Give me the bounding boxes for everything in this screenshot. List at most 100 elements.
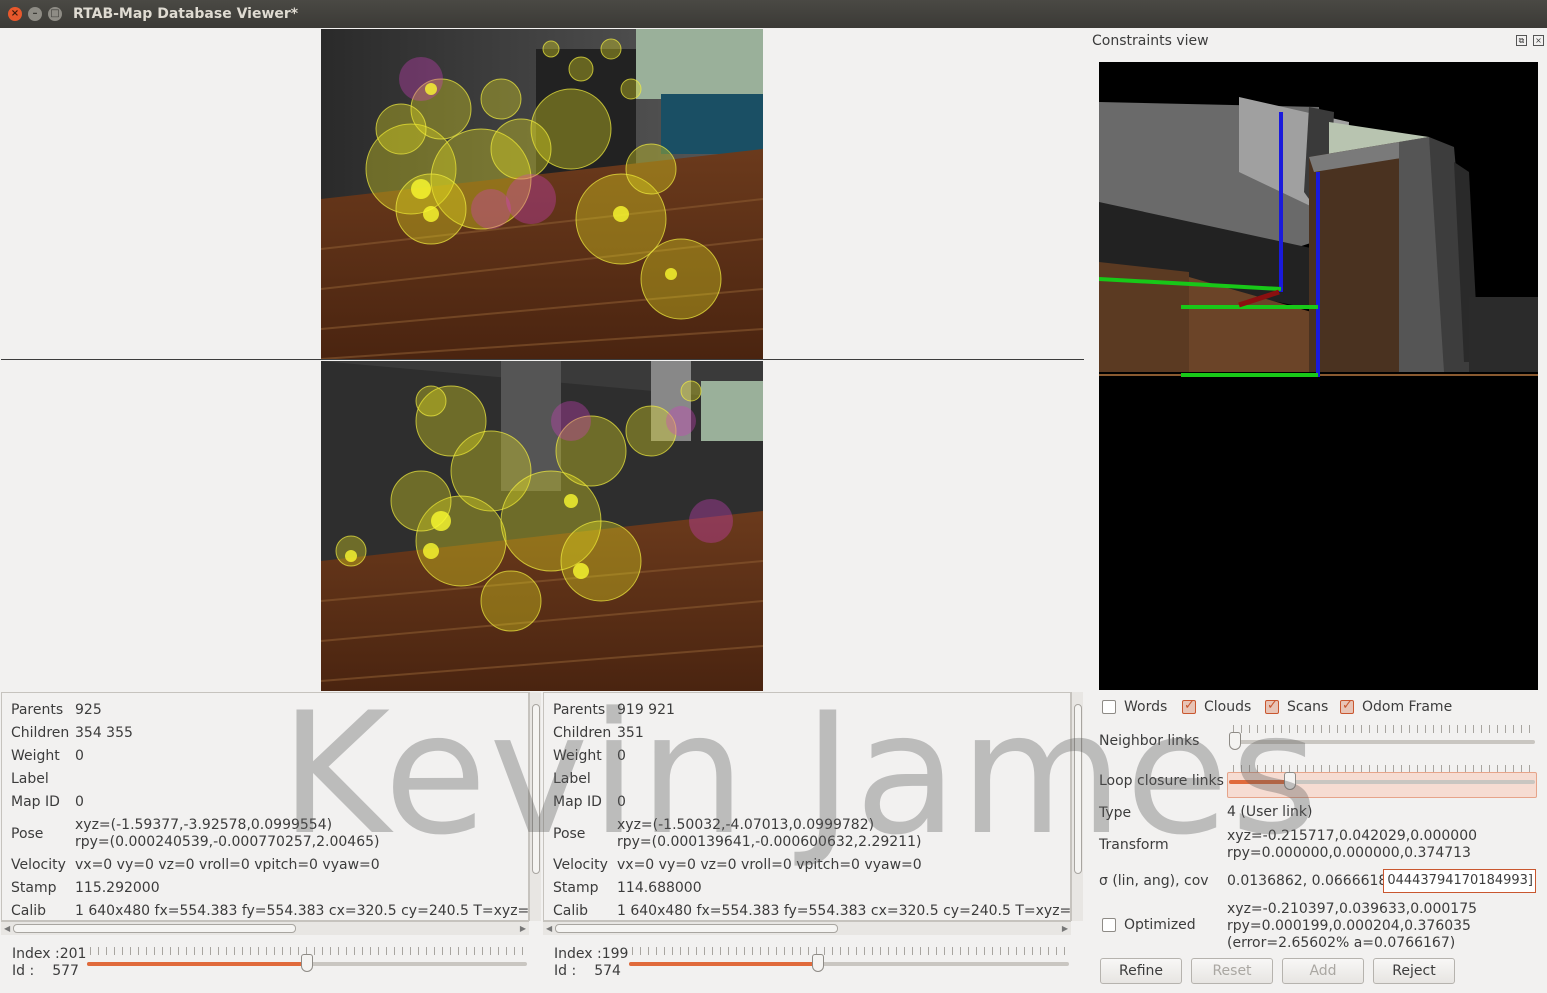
right-camera-image <box>321 361 763 691</box>
id-value: 574 <box>594 963 621 979</box>
covariance-field[interactable]: 04443794170184993] <box>1383 869 1536 893</box>
index-value: 199 <box>601 946 629 962</box>
title-bar: × – □ RTAB-Map Database Viewer* <box>0 0 1547 28</box>
constraints-3d-viewport[interactable] <box>1099 62 1538 690</box>
index-label: Index : <box>12 946 60 962</box>
left-node-info-panel: Parents 925 Children 354 355 Weight 0 Label… <box>1 692 529 921</box>
transform-label: Transform <box>1099 837 1169 853</box>
loop-closure-links-slider[interactable] <box>1229 772 1535 790</box>
children-label: Children <box>553 725 612 741</box>
scroll-thumb[interactable] <box>532 704 540 874</box>
constraints-view-title: Constraints view <box>1092 33 1209 49</box>
optimized-error-value: (error=2.65602% a=0.0766167) <box>1227 935 1456 951</box>
words-checkbox[interactable] <box>1102 700 1116 714</box>
odom-frame-checkbox-label[interactable]: Odom Frame <box>1362 699 1452 715</box>
slider-handle[interactable] <box>301 954 313 972</box>
id-label: Id : <box>554 963 577 979</box>
right-info-horizontal-scrollbar[interactable]: ◀ ▶ <box>543 921 1071 935</box>
odom-frame-checkbox[interactable] <box>1340 698 1354 714</box>
slider-fill <box>1229 780 1290 784</box>
close-dock-icon[interactable]: × <box>1533 35 1544 46</box>
refine-button[interactable]: Refine <box>1100 958 1182 984</box>
left-index-slider[interactable] <box>87 954 527 972</box>
calib-label: Calib <box>553 903 589 919</box>
transform-xyz-value: xyz=-0.215717,0.042029,0.000000 <box>1227 828 1478 844</box>
label-label: Label <box>11 771 49 787</box>
map-id-value: 0 <box>75 794 84 810</box>
maximize-window-icon[interactable]: □ <box>48 7 62 21</box>
reset-button[interactable]: Reset <box>1191 958 1273 984</box>
parents-label: Parents <box>553 702 606 718</box>
weight-label: Weight <box>553 748 602 764</box>
slider-handle[interactable] <box>1229 732 1241 750</box>
slider-handle[interactable] <box>812 954 824 972</box>
id-value: 577 <box>52 963 79 979</box>
optimized-checkbox-label[interactable]: Optimized <box>1124 917 1196 933</box>
right-info-vertical-scrollbar[interactable] <box>1071 692 1083 921</box>
left-info-vertical-scrollbar[interactable] <box>529 692 541 921</box>
close-window-icon[interactable]: × <box>8 7 22 21</box>
weight-value: 0 <box>75 748 84 764</box>
clouds-checkbox-label[interactable]: Clouds <box>1204 699 1251 715</box>
optimized-xyz-value: xyz=-0.210397,0.039633,0.000175 <box>1227 901 1478 917</box>
map-id-label: Map ID <box>553 794 602 810</box>
minimize-window-icon[interactable]: – <box>28 7 42 21</box>
loop-slider-focus-frame <box>1227 772 1537 798</box>
type-label: Type <box>1099 805 1132 821</box>
right-node-info-panel: Parents 919 921 Children 351 Weight 0 Label… <box>543 692 1071 921</box>
pose-xyz-value: xyz=(-1.50032,-4.07013,0.0999782) <box>617 817 875 833</box>
sigma-label: σ (lin, ang), cov <box>1099 873 1209 889</box>
calib-label: Calib <box>11 903 47 919</box>
parents-value: 919 921 <box>617 702 675 718</box>
index-label: Index : <box>554 946 602 962</box>
right-index-readout: Index :199 Id : 574 <box>554 946 628 980</box>
reject-button[interactable]: Reject <box>1373 958 1455 984</box>
left-image-view[interactable] <box>1 29 1084 360</box>
velocity-label: Velocity <box>553 857 608 873</box>
optimized-rpy-value: rpy=0.000199,0.000204,0.376035 <box>1227 918 1471 934</box>
right-slider-ticks <box>632 947 1069 955</box>
clouds-checkbox[interactable] <box>1182 698 1196 714</box>
scroll-left-icon[interactable]: ◀ <box>4 924 10 933</box>
scroll-left-icon[interactable]: ◀ <box>546 924 552 933</box>
children-value: 354 355 <box>75 725 133 741</box>
scroll-right-icon[interactable]: ▶ <box>1062 924 1068 933</box>
index-value: 201 <box>59 946 87 962</box>
pose-label: Pose <box>11 826 44 842</box>
label-label: Label <box>553 771 591 787</box>
words-checkbox-label[interactable]: Words <box>1124 699 1167 715</box>
scroll-right-icon[interactable]: ▶ <box>520 924 526 933</box>
right-index-slider[interactable] <box>629 954 1069 972</box>
loop-closure-links-label: Loop closure links <box>1099 773 1224 789</box>
parents-value: 925 <box>75 702 102 718</box>
stamp-value: 115.292000 <box>75 880 160 896</box>
stamp-label: Stamp <box>11 880 57 896</box>
stamp-value: 114.688000 <box>617 880 702 896</box>
window-title: RTAB-Map Database Viewer* <box>73 6 299 22</box>
map-id-label: Map ID <box>11 794 60 810</box>
velocity-value: vx=0 vy=0 vz=0 vroll=0 vpitch=0 vyaw=0 <box>617 857 922 873</box>
type-value: 4 (User link) <box>1227 804 1313 820</box>
stamp-label: Stamp <box>553 880 599 896</box>
scroll-thumb[interactable] <box>1074 704 1082 874</box>
scroll-thumb[interactable] <box>555 924 838 933</box>
slider-handle[interactable] <box>1284 772 1296 790</box>
optimized-checkbox[interactable] <box>1102 918 1116 932</box>
slider-fill <box>629 962 818 966</box>
scans-checkbox-label[interactable]: Scans <box>1287 699 1328 715</box>
weight-value: 0 <box>617 748 626 764</box>
scans-checkbox[interactable] <box>1265 698 1279 714</box>
neighbor-links-slider[interactable] <box>1229 732 1535 750</box>
pose-rpy-value: rpy=(0.000139641,-0.000600632,2.29211) <box>617 834 922 850</box>
neighbor-links-label: Neighbor links <box>1099 733 1200 749</box>
add-button[interactable]: Add <box>1282 958 1364 984</box>
right-image-view[interactable] <box>1 361 1084 691</box>
left-info-horizontal-scrollbar[interactable]: ◀ ▶ <box>1 921 529 935</box>
parents-label: Parents <box>11 702 64 718</box>
scroll-thumb[interactable] <box>13 924 296 933</box>
children-value: 351 <box>617 725 644 741</box>
transform-rpy-value: rpy=0.000000,0.000000,0.374713 <box>1227 845 1471 861</box>
float-dock-icon[interactable]: ⧉ <box>1516 35 1527 46</box>
slider-fill <box>87 962 307 966</box>
pose-label: Pose <box>553 826 586 842</box>
